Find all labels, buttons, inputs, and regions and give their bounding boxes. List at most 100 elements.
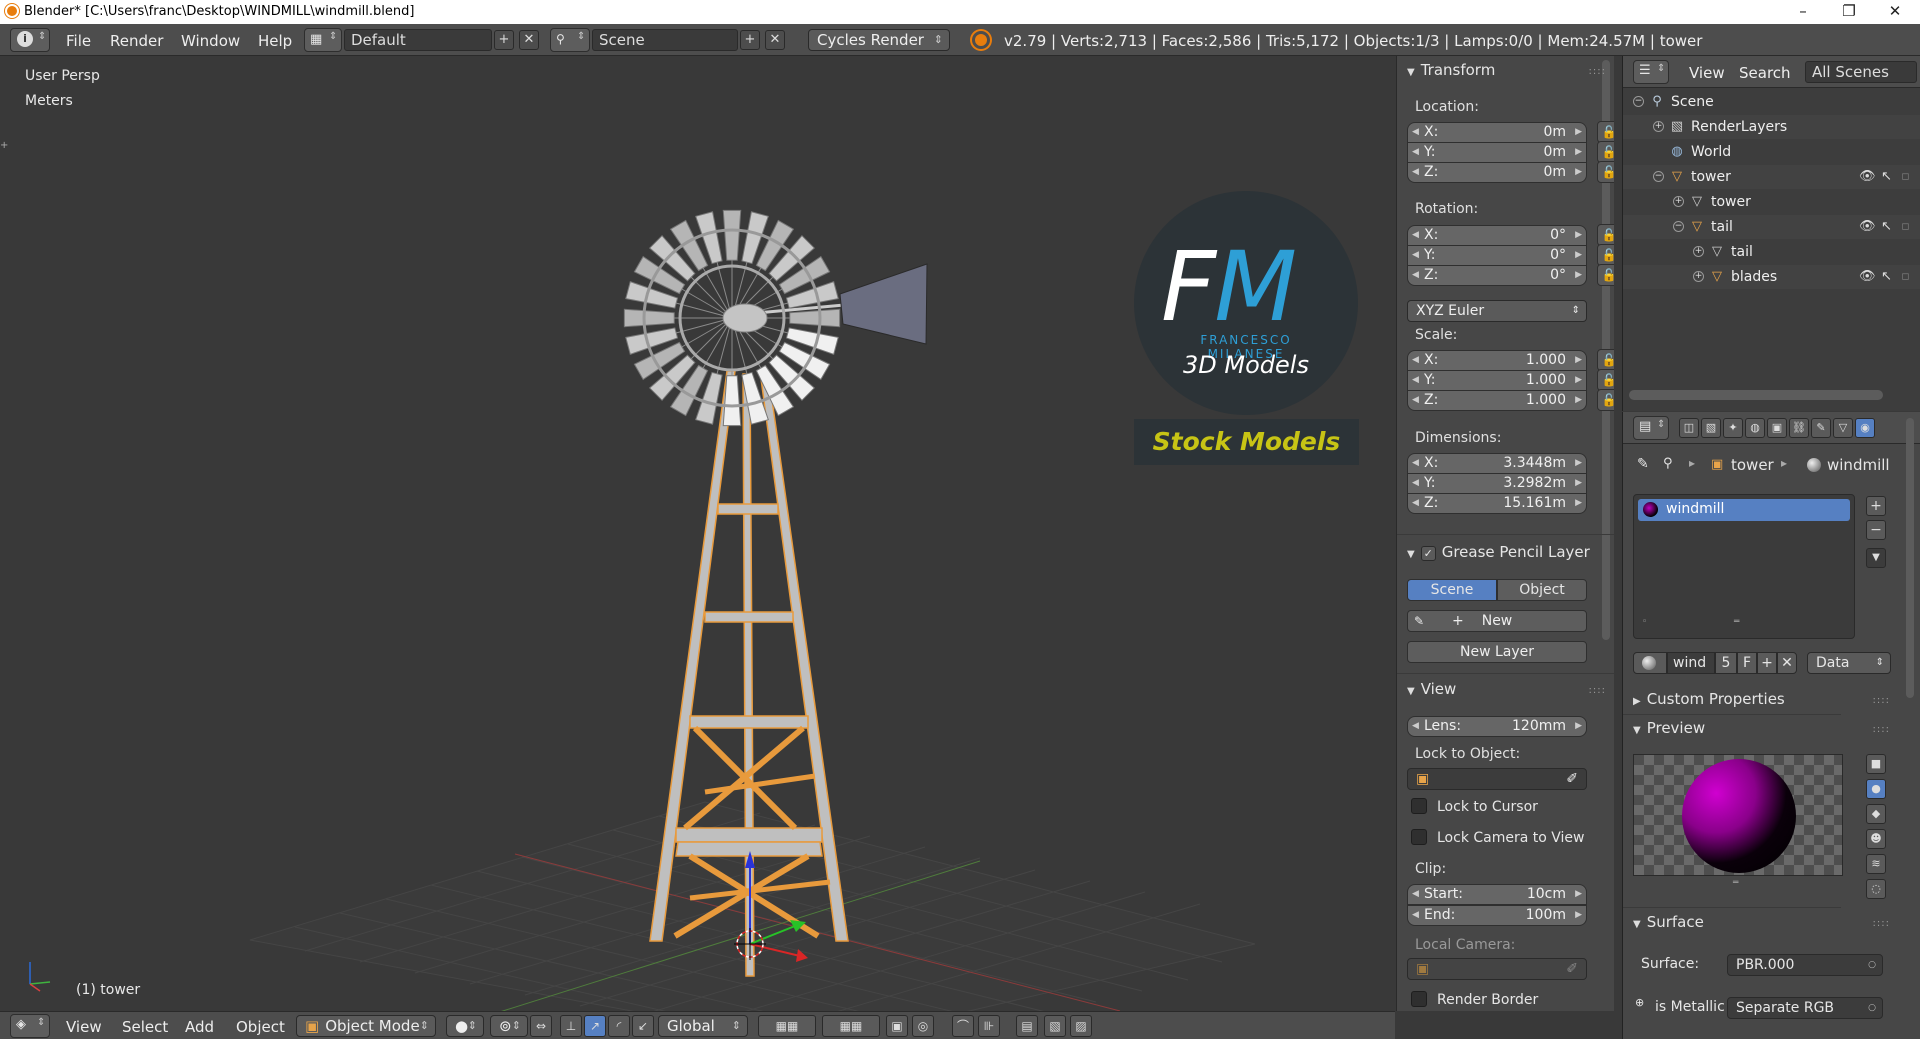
drag-handle-icon[interactable]: :::: xyxy=(1589,66,1606,77)
checkbox-checked-icon[interactable]: ✓ xyxy=(1420,546,1436,561)
3d-viewport[interactable]: + User Persp Meters (1) tower FM FRANCES… xyxy=(0,56,1395,1011)
fake-user-button[interactable]: F xyxy=(1737,652,1757,674)
proportional-edit-icon[interactable]: ◎ xyxy=(912,1015,934,1037)
custom-properties-header[interactable]: ▶ Custom Properties xyxy=(1633,690,1785,708)
outliner-row[interactable]: − ▽ tower 👁 ↖ ▫ xyxy=(1623,165,1920,189)
expand-toggle-icon[interactable]: − xyxy=(1673,221,1684,232)
preview-resize-grip-icon[interactable]: ═ xyxy=(1733,878,1738,888)
outliner-item-name[interactable]: tail xyxy=(1731,244,1753,260)
add-scene-icon[interactable]: + xyxy=(740,30,760,50)
rotation-y-lock-icon[interactable]: 🔓 xyxy=(1597,244,1614,266)
outliner-row[interactable]: + ▽ tail xyxy=(1623,240,1920,264)
outliner-item-name[interactable]: tail xyxy=(1711,219,1733,235)
rotate-manipulator-icon[interactable]: ↗ xyxy=(584,1015,606,1037)
outliner-item-name[interactable]: tower xyxy=(1711,194,1751,210)
manipulator-toggle-icon[interactable]: ⇔ xyxy=(530,1015,552,1037)
scale-y-field[interactable]: ◀ Y: 1.000 ▶ xyxy=(1407,370,1587,391)
pin-icon[interactable]: ✎ xyxy=(1637,456,1649,472)
outliner-item-name[interactable]: RenderLayers xyxy=(1691,119,1787,135)
expand-toggle-icon[interactable]: + xyxy=(1693,271,1704,282)
render-animation-icon[interactable]: ▨ xyxy=(1070,1015,1092,1037)
preview-monkey-icon[interactable]: ☻ xyxy=(1866,829,1886,849)
render-image-icon[interactable]: ▧ xyxy=(1044,1015,1066,1037)
unlink-material-icon[interactable]: ✕ xyxy=(1777,652,1797,674)
menu-file[interactable]: File xyxy=(66,32,91,50)
visibility-eye-icon[interactable]: 👁 xyxy=(1859,219,1876,234)
outliner-item-name[interactable]: tower xyxy=(1691,169,1731,185)
location-y-field[interactable]: ◀ Y: 0m ▶ xyxy=(1407,142,1587,163)
shading-dropdown[interactable]: ● ⇕ xyxy=(446,1015,484,1037)
render-border-checkbox[interactable] xyxy=(1411,991,1427,1007)
object-tab-icon[interactable]: ▣ xyxy=(1767,418,1787,438)
render-toggle-icon[interactable]: ▫ xyxy=(1901,169,1910,184)
viewport-menu-add[interactable]: Add xyxy=(185,1018,214,1036)
editor-type-button[interactable]: i ⇕ xyxy=(10,28,50,52)
material-slot-list[interactable]: windmill ◦ ═ xyxy=(1633,494,1855,639)
outliner-display-mode[interactable]: All Scenes xyxy=(1805,61,1917,83)
gizmo-options-icon[interactable]: ↙ xyxy=(632,1015,654,1037)
scale-z-lock-icon[interactable]: 🔓 xyxy=(1597,389,1614,411)
rotation-z-field[interactable]: ◀ Z: 0° ▶ xyxy=(1407,265,1587,286)
visibility-eye-icon[interactable]: 👁 xyxy=(1859,269,1876,284)
scene-tab-icon[interactable]: ✦ xyxy=(1723,418,1743,438)
rotation-z-lock-icon[interactable]: 🔓 xyxy=(1597,264,1614,286)
scale-manipulator-icon[interactable]: ◜ xyxy=(608,1015,630,1037)
dimensions-x-field[interactable]: ◀ X: 3.3448m ▶ xyxy=(1407,453,1587,474)
expand-toggle-icon[interactable]: + xyxy=(1653,121,1664,132)
screen-layout-field[interactable]: Default xyxy=(344,29,492,51)
outliner-editor-type-button[interactable]: ☰ ⇕ xyxy=(1633,60,1669,84)
link-dropdown[interactable]: Data ⇕ xyxy=(1807,652,1891,674)
selectable-cursor-icon[interactable]: ↖ xyxy=(1881,219,1892,234)
mode-dropdown[interactable]: ▣ Object Mode ⇕ xyxy=(296,1015,436,1037)
maximize-button[interactable]: ❐ xyxy=(1826,0,1872,24)
material-name-field[interactable]: wind xyxy=(1667,652,1715,674)
lock-camera-checkbox[interactable] xyxy=(1411,829,1427,845)
user-count-button[interactable]: 5 xyxy=(1715,652,1737,674)
rotation-mode-dropdown[interactable]: XYZ Euler ⇕ xyxy=(1407,300,1587,322)
scale-x-lock-icon[interactable]: 🔓 xyxy=(1597,349,1614,371)
location-z-field[interactable]: ◀ Z: 0m ▶ xyxy=(1407,162,1587,183)
gp-object-tab[interactable]: Object xyxy=(1497,579,1587,601)
material-tab-icon[interactable]: ◉ xyxy=(1855,418,1875,438)
outliner-item-name[interactable]: blades xyxy=(1731,269,1777,285)
outliner-menu-view[interactable]: View xyxy=(1689,64,1725,82)
menu-window[interactable]: Window xyxy=(181,32,240,50)
outliner-editor[interactable]: ☰ ⇕ View Search All Scenes − ⚲ Scene + ▧ Rend… xyxy=(1622,56,1920,411)
scene-layers-right-icon[interactable]: ▦▦ xyxy=(822,1015,880,1037)
outliner-row[interactable]: − ▽ tail 👁 ↖ ▫ xyxy=(1623,215,1920,239)
lens-field[interactable]: ◀ Lens: 120mm ▶ xyxy=(1407,716,1587,737)
selectable-cursor-icon[interactable]: ↖ xyxy=(1881,169,1892,184)
render-toggle-icon[interactable]: ▫ xyxy=(1901,269,1910,284)
dimensions-z-field[interactable]: ◀ Z: 15.161m ▶ xyxy=(1407,493,1587,514)
outliner-row[interactable]: − ⚲ Scene xyxy=(1623,90,1920,114)
rotation-y-field[interactable]: ◀ Y: 0° ▶ xyxy=(1407,245,1587,266)
snap-toggle-icon[interactable]: ⌒ xyxy=(952,1015,974,1037)
scene-field[interactable]: Scene xyxy=(592,29,738,51)
outliner-row[interactable]: + ▽ blades 👁 ↖ ▫ xyxy=(1623,265,1920,289)
close-button[interactable]: ✕ xyxy=(1872,0,1918,24)
outliner-row[interactable]: ◍ World xyxy=(1623,140,1920,164)
gp-new-button[interactable]: ✎ + New xyxy=(1407,610,1587,632)
visibility-eye-icon[interactable]: 👁 xyxy=(1859,169,1876,184)
remove-slot-icon[interactable]: − xyxy=(1866,520,1886,540)
translate-manipulator-icon[interactable]: ⊥ xyxy=(560,1015,582,1037)
location-x-lock-icon[interactable]: 🔓 xyxy=(1597,121,1614,143)
scale-x-field[interactable]: ◀ X: 1.000 ▶ xyxy=(1407,350,1587,371)
preview-cube-icon[interactable]: ◆ xyxy=(1866,804,1886,824)
preview-panel-header[interactable]: ▼ Preview xyxy=(1633,719,1705,737)
list-resize-icon[interactable]: ◦ xyxy=(1642,617,1647,627)
material-slot-item[interactable]: windmill xyxy=(1638,499,1850,521)
outliner-row[interactable]: + ▽ tower xyxy=(1623,190,1920,214)
list-grip-icon[interactable]: ═ xyxy=(1734,617,1739,627)
lock-layers-icon[interactable]: ▣ xyxy=(886,1015,908,1037)
drag-handle-icon[interactable]: :::: xyxy=(1589,685,1606,696)
data-tab-icon[interactable]: ▽ xyxy=(1833,418,1853,438)
viewport-editor-type-button[interactable]: ◈ ⇕ xyxy=(10,1014,50,1038)
preview-hair-icon[interactable]: ≋ xyxy=(1866,854,1886,874)
minimize-button[interactable]: – xyxy=(1780,0,1826,24)
new-layer-button[interactable]: New Layer xyxy=(1407,641,1587,663)
clip-end-field[interactable]: ◀ End: 100m ▶ xyxy=(1407,905,1587,926)
screen-layout-selector[interactable]: ▦ ⇕ xyxy=(304,28,342,52)
constraints-tab-icon[interactable]: ⛓ xyxy=(1789,418,1809,438)
clip-start-field[interactable]: ◀ Start: 10cm ▶ xyxy=(1407,884,1587,905)
